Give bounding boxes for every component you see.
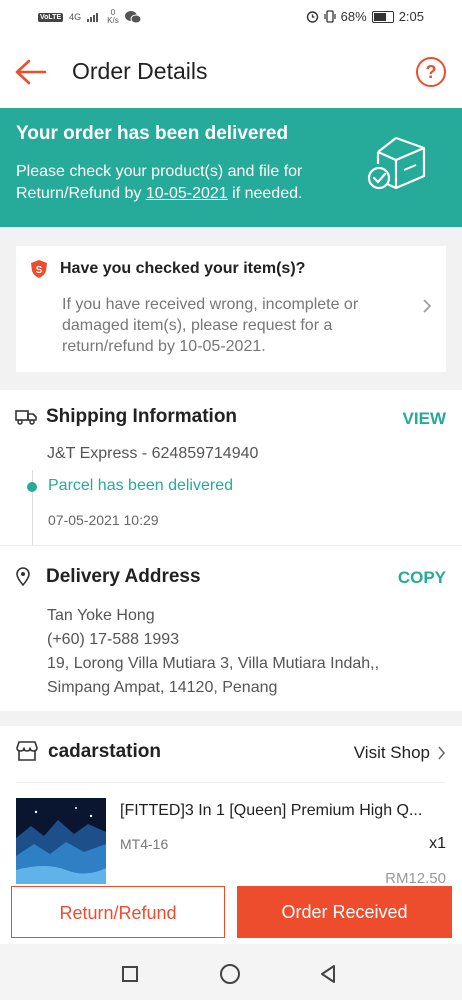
status-bar: VoLTE 4G 0 K/s 68% 2:05 (0, 0, 462, 36)
vibrate-icon (324, 10, 336, 23)
delivered-banner: Your order has been delivered Please che… (0, 108, 462, 227)
view-shipping-button[interactable]: VIEW (403, 409, 446, 429)
visit-shop-button[interactable]: Visit Shop (354, 743, 430, 763)
check-body: If you have received wrong, incomplete o… (62, 296, 359, 355)
chevron-right-icon (423, 299, 432, 313)
item-check-card[interactable]: S Have you checked your item(s)? If you … (16, 246, 446, 372)
product-variant: MT4-16 (120, 836, 169, 852)
product-name[interactable]: [FITTED]3 In 1 [Queen] Premium High Q... (120, 802, 446, 820)
battery-icon (371, 10, 394, 23)
clock: 2:05 (398, 9, 424, 24)
delivery-title: Delivery Address (46, 566, 201, 587)
product-quantity: x1 (429, 835, 446, 852)
return-deadline-date: 10-05-2021 (145, 185, 228, 202)
status-dot (27, 482, 37, 492)
store-icon (16, 741, 38, 761)
shipping-section: Shipping Information VIEW J&T Express - … (0, 390, 462, 545)
location-pin-icon (16, 567, 30, 586)
recent-apps-icon[interactable] (122, 966, 138, 982)
address-line-1: 19, Lorong Villa Mutiara 3, Villa Mutiar… (47, 655, 380, 672)
alarm-icon (306, 11, 318, 23)
shop-divider (16, 782, 446, 783)
courier-tracking: J&T Express - 624859714940 (47, 445, 259, 462)
status-left: VoLTE 4G 0 K/s (38, 9, 141, 25)
battery-percent: 68% (340, 9, 367, 24)
banner-body-suffix: if needed. (227, 185, 303, 202)
help-icon[interactable]: ? (416, 57, 446, 87)
app-bar: Order Details ? (0, 36, 462, 108)
parcel-timestamp: 07-05-2021 10:29 (48, 512, 159, 528)
status-right: 68% 2:05 (306, 9, 424, 24)
truck-icon (15, 410, 37, 425)
wechat-icon (124, 10, 141, 23)
action-bar: Return/Refund Order Received (0, 884, 462, 944)
copy-address-button[interactable]: COPY (398, 568, 446, 588)
address-block: Tan Yoke Hong (+60) 17-588 1993 19, Loro… (47, 604, 379, 700)
delivered-box-icon (367, 136, 426, 190)
shop-section: cadarstation Visit Shop [FITTED]3 In 1 [… (0, 726, 462, 886)
home-icon[interactable] (220, 964, 240, 984)
recipient-phone: (+60) 17-588 1993 (47, 631, 180, 648)
banner-body: Please check your product(s) and file fo… (16, 161, 356, 205)
chevron-right-icon (438, 746, 445, 760)
return-refund-button[interactable]: Return/Refund (11, 886, 225, 938)
shop-name: cadarstation (48, 741, 161, 762)
volte-badge: VoLTE (38, 12, 64, 22)
nav-back-icon[interactable] (318, 964, 338, 984)
product-photo (16, 798, 106, 886)
speed-indicator: 0 K/s (107, 9, 119, 25)
shield-icon: S (31, 260, 47, 278)
check-title: Have you checked your item(s)? (60, 260, 306, 277)
page-title: Order Details (72, 58, 208, 84)
delivery-address-section: Delivery Address COPY Tan Yoke Hong (+60… (0, 545, 462, 711)
banner-title: Your order has been delivered (16, 123, 289, 144)
signal-icon (87, 13, 99, 22)
product-image[interactable] (16, 798, 106, 886)
speed-unit: K/s (107, 16, 119, 25)
address-line-2: Simpang Ampat, 14120, Penang (47, 679, 278, 696)
signal-label: 4G (69, 12, 82, 22)
parcel-status: Parcel has been delivered (48, 477, 234, 494)
shipping-title: Shipping Information (46, 406, 238, 427)
svg-text:S: S (36, 265, 43, 276)
back-arrow-icon[interactable] (14, 58, 48, 86)
recipient-name: Tan Yoke Hong (47, 607, 155, 624)
order-received-button[interactable]: Order Received (237, 886, 452, 938)
system-nav-bar (0, 944, 462, 1000)
